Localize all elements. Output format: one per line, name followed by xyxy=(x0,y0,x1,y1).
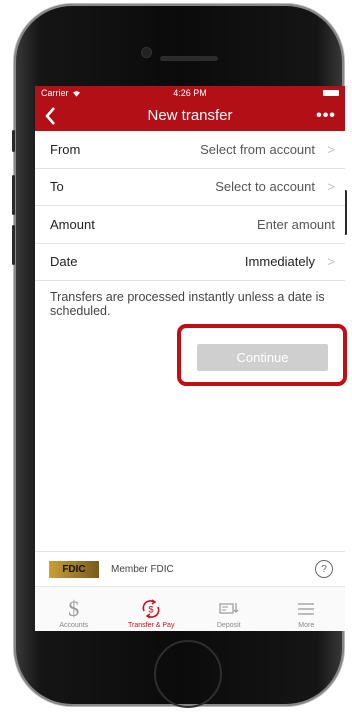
tab-accounts[interactable]: $ Accounts xyxy=(35,587,113,631)
help-button[interactable]: ? xyxy=(315,560,333,578)
page-title: New transfer xyxy=(147,107,233,124)
amount-input[interactable]: Enter amount xyxy=(257,217,335,232)
dollar-icon: $ xyxy=(68,596,80,621)
volume-down-button xyxy=(12,225,15,265)
transfer-form: From Select from account > To Select to … xyxy=(35,131,345,318)
member-fdic-label: Member FDIC xyxy=(111,563,174,575)
date-row[interactable]: Date Immediately > xyxy=(35,244,345,281)
to-account-value: Select to account xyxy=(215,179,315,195)
from-account-row[interactable]: From Select from account > xyxy=(35,131,345,169)
from-account-value: Select from account xyxy=(200,141,315,157)
status-time: 4:26 PM xyxy=(173,88,207,98)
continue-highlight-box xyxy=(177,324,347,386)
fdic-logo-text: FDIC xyxy=(62,563,86,575)
tab-transfer-pay[interactable]: $ Transfer & Pay xyxy=(113,587,191,631)
front-camera xyxy=(142,48,151,57)
chevron-right-icon: > xyxy=(327,141,335,157)
carrier-info: Carrier xyxy=(41,88,81,98)
deposit-check-icon xyxy=(219,596,239,622)
svg-text:$: $ xyxy=(149,605,154,615)
amount-row[interactable]: Amount Enter amount xyxy=(35,206,345,244)
to-account-row[interactable]: To Select to account > xyxy=(35,169,345,206)
carrier-label: Carrier xyxy=(41,88,69,98)
chevron-right-icon: > xyxy=(327,179,335,195)
mute-switch xyxy=(12,130,15,152)
transfer-pay-icon: $ xyxy=(140,596,162,622)
to-label: To xyxy=(50,179,64,195)
home-button[interactable] xyxy=(154,640,222,708)
fdic-logo: FDIC xyxy=(49,560,99,578)
chevron-right-icon: > xyxy=(327,254,335,270)
help-icon: ? xyxy=(321,563,327,575)
back-button[interactable] xyxy=(35,100,65,131)
tab-deposit[interactable]: Deposit xyxy=(190,587,268,631)
earpiece-speaker xyxy=(160,56,218,61)
date-label: Date xyxy=(50,254,78,270)
tab-label: More xyxy=(298,622,315,629)
menu-icon xyxy=(297,596,315,622)
tab-label: Transfer & Pay xyxy=(128,622,175,629)
nav-bar: New transfer ••• xyxy=(35,100,345,131)
amount-label: Amount xyxy=(50,216,95,232)
wifi-icon xyxy=(72,90,80,97)
battery-icon xyxy=(323,90,339,96)
status-bar: Carrier 4:26 PM xyxy=(35,86,345,100)
tab-label: Accounts xyxy=(59,622,89,629)
tab-label: Deposit xyxy=(216,622,241,629)
fdic-footer: FDIC Member FDIC ? xyxy=(35,551,345,586)
more-options-button[interactable]: ••• xyxy=(307,107,345,125)
tab-bar: $ Accounts $ Transfer & Pay Deposit More xyxy=(35,586,345,631)
transfer-note: Transfers are processed instantly unless… xyxy=(50,290,325,318)
volume-up-button xyxy=(12,175,15,215)
date-value: Immediately xyxy=(244,254,315,270)
from-label: From xyxy=(50,141,81,157)
chevron-left-icon xyxy=(44,106,55,125)
tab-more[interactable]: More xyxy=(268,587,346,631)
